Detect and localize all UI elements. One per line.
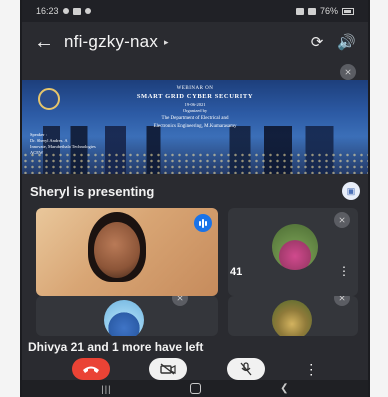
phone-frame: 16:23 76% ← nfi-gzky-nax ▸ ⟳ 🔊 ⨯ WEBINAR… (0, 0, 388, 397)
presenting-label: Sheryl is presenting (30, 183, 155, 199)
camera-toggle-button[interactable] (149, 358, 188, 380)
phone-hangup-icon (82, 366, 99, 373)
fullscreen-icon[interactable]: ▣ (342, 182, 360, 200)
mic-toggle-button[interactable] (226, 358, 265, 380)
slide-speaker-block: Speaker : Dr. Sheryl Andres. A Innovate,… (30, 132, 120, 156)
more-vert-icon[interactable]: ⋮ (338, 264, 350, 278)
participant-tile-bottom-right[interactable]: ⨯ (228, 296, 358, 336)
status-bar: 16:23 76% (22, 0, 368, 22)
presentation-slide[interactable]: WEBINAR ON SMART GRID CYBER SECURITY 19-… (22, 80, 368, 174)
chevron-right-icon[interactable]: ▸ (164, 37, 169, 48)
app-icon (84, 8, 91, 14)
signal-icon (307, 7, 316, 15)
camera-off-icon (160, 363, 176, 375)
speaking-indicator-icon (194, 214, 212, 232)
participant-avatar (272, 300, 312, 336)
participant-avatar (104, 300, 144, 336)
mic-off-icon (240, 362, 252, 376)
meeting-code[interactable]: nfi-gzky-nax (64, 32, 158, 52)
slide-line-5: The Department of Electrical and (161, 116, 229, 121)
participant-tile-main[interactable] (36, 208, 218, 296)
slide-title-block: WEBINAR ON SMART GRID CYBER SECURITY 19-… (22, 86, 368, 129)
back-icon[interactable]: ❮ (280, 383, 288, 394)
recents-icon[interactable]: ||| (101, 384, 111, 394)
slide-line-3: 19-06-2021 (184, 102, 206, 107)
participants-left-toast: Dhivya 21 and 1 more have left (28, 340, 204, 354)
home-icon[interactable] (190, 383, 202, 394)
presenting-row: Sheryl is presenting ▣ (22, 182, 368, 200)
message-icon (72, 7, 81, 15)
participant-count: 41 (230, 266, 243, 278)
battery-percent: 76% (319, 6, 338, 16)
slide-line-6: Electronics Engineering, M.Kumarasamy (153, 124, 237, 129)
android-nav-bar: ||| ❮ (22, 380, 368, 397)
end-call-button[interactable] (71, 358, 110, 380)
participant-tile-bottom-left[interactable]: ⨯ (36, 296, 218, 336)
mic-off-icon: ⨯ (172, 296, 188, 306)
status-time: 16:23 (36, 6, 59, 16)
meet-screen: 16:23 76% ← nfi-gzky-nax ▸ ⟳ 🔊 ⨯ WEBINAR… (20, 0, 370, 397)
wifi-icon (295, 7, 304, 15)
slide-line-2: SMART GRID CYBER SECURITY (136, 93, 254, 100)
mic-off-icon: ⨯ (334, 296, 350, 306)
mic-off-icon: ⨯ (334, 212, 350, 228)
switch-camera-icon[interactable]: ⟳ (311, 33, 324, 51)
participant-tile-others[interactable]: ⨯ 41 ⋮ (228, 208, 358, 296)
slide-line-4: Organized by (182, 108, 208, 113)
more-options-icon[interactable]: ⋮ (304, 358, 318, 380)
back-arrow-icon[interactable]: ← (34, 31, 56, 54)
call-controls: ⋮ (22, 358, 368, 380)
participant-face (94, 222, 140, 278)
speaker-icon[interactable]: 🔊 (337, 33, 356, 51)
slide-line-1: WEBINAR ON (176, 86, 214, 91)
notification-icon (62, 8, 69, 14)
speaker-extra: ACEW (30, 150, 44, 155)
participant-avatar (272, 224, 318, 270)
mic-off-icon: ⨯ (340, 64, 356, 80)
app-bar: ← nfi-gzky-nax ▸ ⟳ 🔊 (22, 24, 368, 60)
battery-icon (342, 7, 354, 15)
